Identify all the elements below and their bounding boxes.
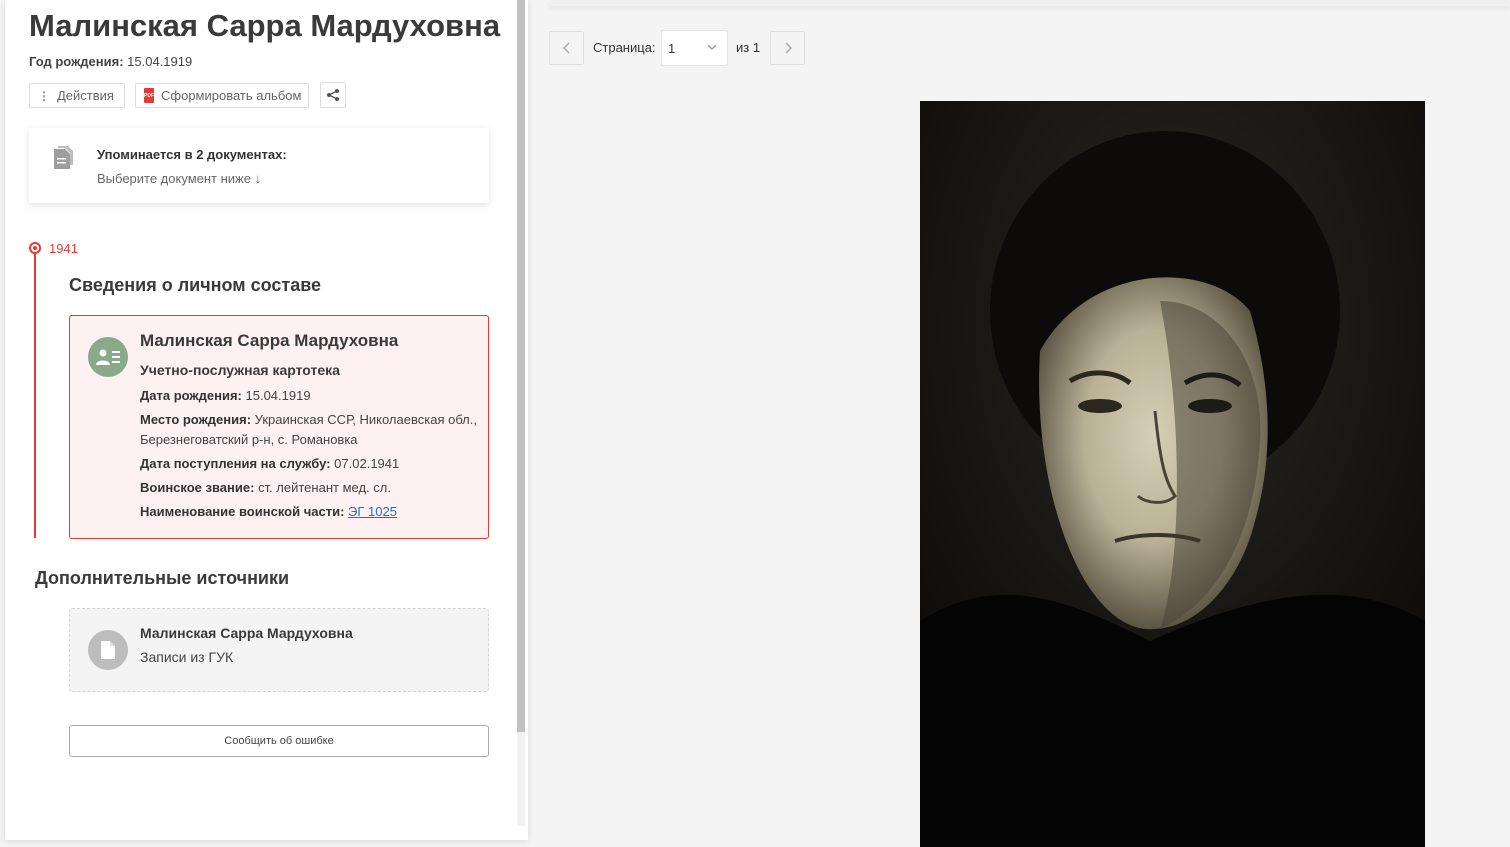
field-value: 07.02.1941 (334, 456, 400, 471)
field-label: Дата рождения: (140, 388, 242, 403)
personnel-card-icon (88, 337, 128, 377)
timeline-line (34, 254, 36, 538)
field-label: Воинское звание: (140, 480, 255, 495)
scrollbar[interactable] (517, 0, 525, 826)
prev-page-button[interactable] (549, 31, 584, 65)
top-strip (550, 0, 1510, 6)
next-page-button[interactable] (770, 31, 805, 65)
field-value: ст. лейтенант мед. сл. (258, 480, 391, 495)
mentions-card: Упоминается в 2 документах: Выберите док… (29, 128, 489, 203)
documents-icon (54, 146, 73, 169)
timeline-year: 1941 (49, 241, 78, 256)
page-label: Страница: (593, 40, 656, 55)
mentions-title: Упоминается в 2 документах: (97, 147, 287, 162)
actions-button[interactable]: ⋮ Действия (29, 83, 125, 108)
page-current: 1 (668, 40, 676, 56)
scrollbar-thumb[interactable] (517, 0, 525, 732)
additional-source-card[interactable]: Малинская Сарра Мардуховна Записи из ГУК (69, 608, 489, 692)
chevron-down-icon (707, 44, 717, 50)
field-label: Наименование воинской части: (140, 504, 345, 519)
record-field-unit: Наименование воинской части: ЭГ 1025 (140, 502, 480, 522)
record-type: Учетно-послужная картотека (140, 362, 340, 378)
field-label: Дата поступления на службу: (140, 456, 331, 471)
page-select[interactable]: 1 (661, 30, 728, 66)
record-field-birth-date: Дата рождения: 15.04.1919 (140, 386, 480, 406)
share-button[interactable] (320, 82, 346, 108)
chevron-right-icon (784, 42, 792, 54)
portrait-photo (920, 101, 1425, 847)
record-field-rank: Воинское звание: ст. лейтенант мед. сл. (140, 478, 480, 498)
share-icon (327, 89, 339, 101)
section-title-personnel: Сведения о личном составе (69, 275, 322, 295)
birth-label: Год рождения: (29, 54, 124, 69)
record-person-name: Малинская Сарра Мардуховна (140, 331, 399, 350)
record-card[interactable]: Малинская Сарра Мардуховна Учетно-послуж… (69, 315, 489, 539)
field-value: 15.04.1919 (245, 388, 311, 403)
birth-value: 15.04.1919 (127, 54, 193, 69)
timeline-dot (29, 242, 41, 254)
page-total: из 1 (736, 40, 761, 55)
field-label: Место рождения: (140, 412, 252, 427)
form-album-button[interactable]: PDF Сформировать альбом (135, 83, 309, 108)
pdf-icon: PDF (144, 88, 154, 103)
album-label: Сформировать альбом (161, 88, 302, 103)
source-person-name: Малинская Сарра Мардуховна (140, 625, 353, 641)
birth-info: Год рождения: 15.04.1919 (29, 54, 192, 69)
document-icon (88, 630, 128, 670)
more-vertical-icon: ⋮ (38, 88, 50, 103)
unit-link[interactable]: ЭГ 1025 (348, 504, 397, 519)
mentions-subtitle: Выберите документ ниже ↓ (97, 171, 262, 186)
person-name: Малинская Сарра Мардуховна (29, 8, 501, 43)
actions-label: Действия (57, 88, 114, 103)
section-title-additional: Дополнительные источники (35, 568, 290, 588)
report-error-button[interactable]: Сообщить об ошибке (69, 725, 489, 757)
record-field-service-date: Дата поступления на службу: 07.02.1941 (140, 454, 480, 474)
document-photo (920, 101, 1425, 847)
source-subtitle: Записи из ГУК (140, 649, 234, 665)
person-panel: Малинская Сарра Мардуховна Год рождения:… (5, 0, 528, 840)
record-field-birth-place: Место рождения: Украинская ССР, Николаев… (140, 410, 480, 450)
chevron-left-icon (562, 42, 570, 54)
